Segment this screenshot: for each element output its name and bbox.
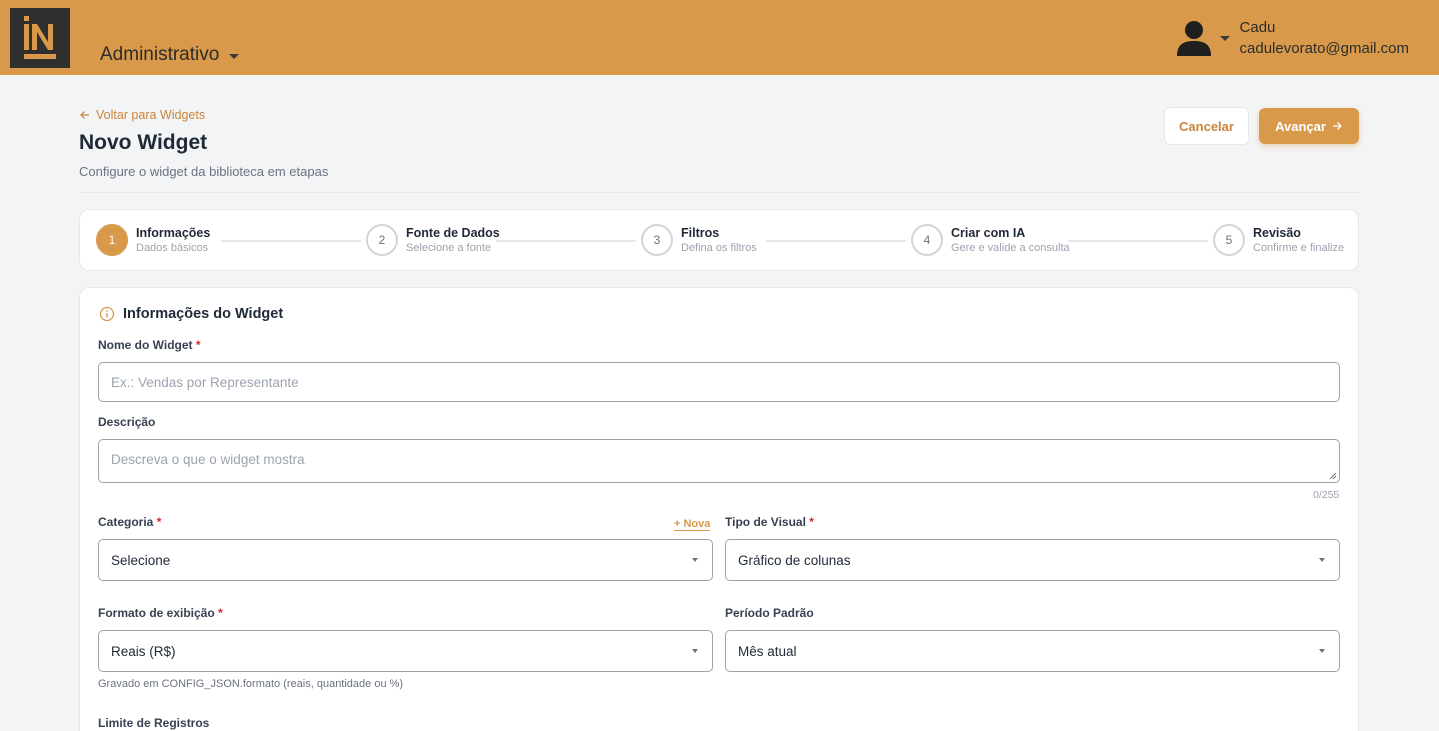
widget-info-card: Informações do Widget Nome do Widget * E… [79,287,1359,731]
user-menu[interactable]: Cadu cadulevorato@gmail.com [1174,18,1409,58]
back-link[interactable]: Voltar para Widgets [80,108,205,122]
format-hint: Gravado em CONFIG_JSON.formato (reais, q… [98,678,404,690]
step-desc: Selecione a fonte [406,242,492,254]
cancel-button-label: Cancelar [1179,118,1234,134]
step-number: 5 [1213,224,1245,256]
arrow-left-icon [80,111,89,119]
module-selector[interactable]: Administrativo [100,44,240,66]
wizard-stepper: 1 Informações Dados básicos 2 Fonte de D… [79,209,1359,271]
description-placeholder: Descreva o que o widget mostra [111,452,305,467]
category-label: Categoria * [98,515,162,529]
step-title: Informações [136,226,211,240]
step-fonte-de-dados[interactable]: 2 Fonte de Dados Selecione a fonte [366,224,500,256]
description-textarea[interactable]: Descreva o que o widget mostra [98,439,1340,483]
user-avatar-icon [1176,21,1211,56]
step-revisao[interactable]: 5 Revisão Confirme e finalize [1213,224,1344,256]
description-label: Descrição [98,415,156,429]
user-name: Cadu [1239,19,1276,36]
step-desc: Defina os filtros [681,242,757,254]
step-title: Revisão [1253,226,1301,240]
step-desc: Dados básicos [136,242,209,254]
step-connector [1068,240,1208,242]
section-title: Informações do Widget [123,306,284,322]
format-value: Reais (R$) [111,643,176,659]
page-subtitle: Configure o widget da biblioteca em etap… [79,164,329,179]
record-limit-label: Limite de Registros [98,716,210,730]
step-connector [221,240,361,242]
step-number: 3 [641,224,673,256]
visual-type-select[interactable]: Gráfico de colunas [725,539,1340,581]
arrow-right-icon [1332,122,1342,130]
default-period-select[interactable]: Mês atual [725,630,1340,672]
widget-name-label: Nome do Widget * [98,338,201,352]
format-label: Formato de exibição * [98,606,223,620]
chevron-down-icon [229,54,240,59]
visual-type-value: Gráfico de colunas [738,552,851,568]
step-number: 4 [911,224,943,256]
format-select[interactable]: Reais (R$) [98,630,713,672]
header-divider [79,192,1359,193]
step-criar-com-ia[interactable]: 4 Criar com IA Gere e valide a consulta [911,224,1070,256]
dropdown-arrow-icon [692,649,698,653]
step-desc: Confirme e finalize [1253,242,1345,254]
step-connector [766,240,906,242]
dropdown-arrow-icon [1319,649,1325,653]
step-title: Filtros [681,226,720,240]
required-mark: * [156,515,162,529]
dropdown-arrow-icon [692,558,698,562]
step-number: 2 [366,224,398,256]
category-value: Selecione [111,552,171,568]
user-email: cadulevorato@gmail.com [1239,40,1409,57]
step-connector [496,240,636,242]
page-title: Novo Widget [79,131,208,154]
next-button-label: Avançar [1275,118,1326,134]
chevron-down-icon [1219,35,1230,41]
widget-name-input[interactable]: Ex.: Vendas por Representante [98,362,1340,402]
step-number: 1 [96,224,128,256]
top-bar: Administrativo Cadu cadulevorato@gmail.c… [0,0,1439,75]
back-link-label: Voltar para Widgets [96,108,206,122]
info-icon [99,306,115,322]
next-button[interactable]: Avançar [1259,108,1359,144]
logo-icon[interactable] [10,8,70,68]
required-mark: * [218,606,223,620]
default-period-value: Mês atual [738,643,797,659]
step-filtros[interactable]: 3 Filtros Defina os filtros [641,224,757,256]
required-mark: * [809,515,814,529]
resize-handle-icon[interactable] [1329,472,1337,480]
description-counter: 0/255 [1313,489,1340,501]
step-title: Fonte de Dados [406,226,500,240]
visual-type-label: Tipo de Visual * [725,515,814,529]
new-category-link[interactable]: + Nova [674,518,711,531]
step-informacoes[interactable]: 1 Informações Dados básicos [96,224,210,256]
category-select[interactable]: Selecione [98,539,713,581]
default-period-label: Período Padrão [725,606,814,620]
cancel-button[interactable]: Cancelar [1164,107,1249,145]
step-title: Criar com IA [951,226,1026,240]
required-mark: * [195,338,201,352]
step-desc: Gere e valide a consulta [951,242,1070,254]
module-label: Administrativo [100,44,220,65]
widget-name-placeholder: Ex.: Vendas por Representante [111,374,299,390]
dropdown-arrow-icon [1319,558,1325,562]
